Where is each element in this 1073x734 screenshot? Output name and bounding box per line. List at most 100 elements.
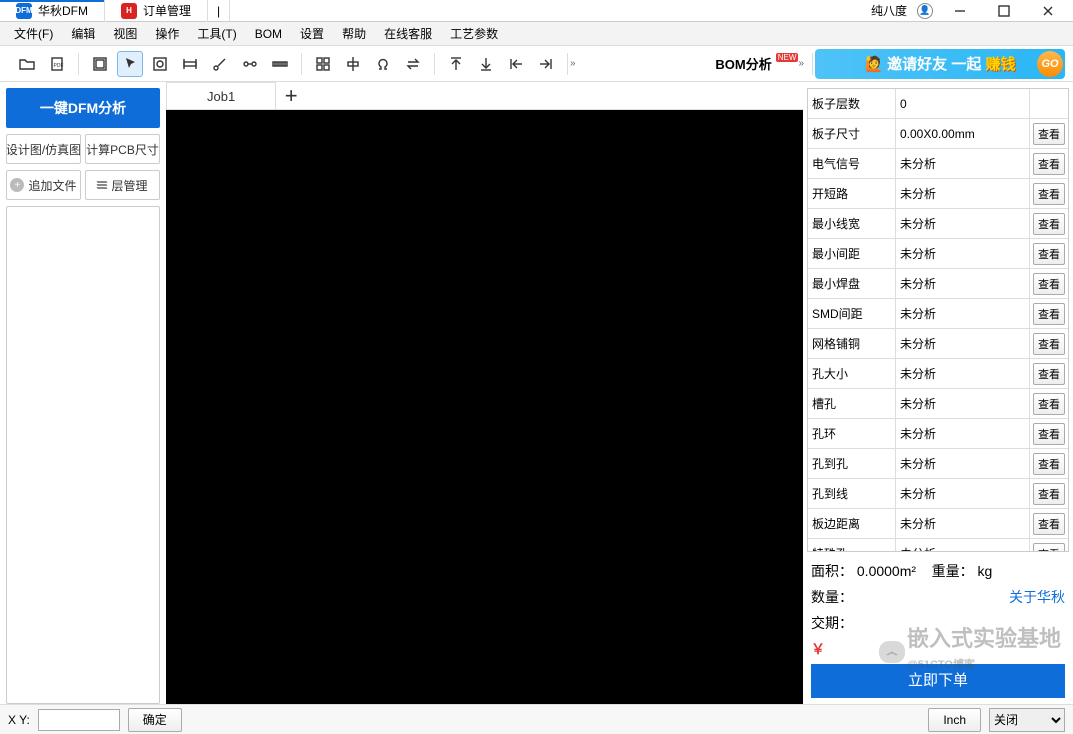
view-button[interactable]: 查看: [1033, 213, 1065, 235]
tool-bar: PDF » BOM分析 NEW » 🙋 邀请好友 一起 赚钱 GO: [0, 46, 1073, 82]
view-button[interactable]: 查看: [1033, 243, 1065, 265]
about-link[interactable]: 关于华秋: [1009, 584, 1065, 610]
menu-settings[interactable]: 设置: [292, 22, 332, 45]
layer-manage-button[interactable]: 层管理: [85, 170, 160, 200]
analysis-grid[interactable]: 板子层数0板子尺寸0.00X0.00mm查看电气信号未分析查看开短路未分析查看最…: [807, 88, 1069, 552]
measure-dim-icon[interactable]: [177, 51, 203, 77]
menu-bom[interactable]: BOM: [247, 24, 290, 44]
grid-value: 未分析: [896, 179, 1030, 208]
pcb-canvas[interactable]: [166, 110, 803, 704]
xy-input[interactable]: [38, 709, 120, 731]
minimize-button[interactable]: [943, 0, 977, 22]
swap-icon[interactable]: [400, 51, 426, 77]
calc-pcb-size-button[interactable]: 计算PCB尺寸: [85, 134, 160, 164]
menu-edit[interactable]: 编辑: [63, 22, 103, 45]
view-button[interactable]: 查看: [1033, 123, 1065, 145]
app-tab-dfm[interactable]: DFM 华秋DFM: [0, 0, 105, 22]
menu-bar: 文件(F) 编辑 视图 操作 工具(T) BOM 设置 帮助 在线客服 工艺参数: [0, 22, 1073, 46]
grid-key: 孔到孔: [808, 449, 896, 478]
menu-help[interactable]: 帮助: [334, 22, 374, 45]
order-now-button[interactable]: 立即下单: [811, 664, 1065, 698]
grid-value: 未分析: [896, 449, 1030, 478]
panel-grid-icon[interactable]: [310, 51, 336, 77]
maximize-button[interactable]: [987, 0, 1021, 22]
unit-toggle-button[interactable]: Inch: [928, 708, 981, 732]
app-tab-order-label: 订单管理: [143, 2, 191, 19]
grid-value: 0: [896, 89, 1030, 118]
design-sim-button[interactable]: 设计图/仿真图: [6, 134, 81, 164]
grid-value: 未分析: [896, 239, 1030, 268]
area-value: 0.0000m²: [857, 563, 916, 579]
grid-value: 未分析: [896, 149, 1030, 178]
ruler-icon[interactable]: [267, 51, 293, 77]
user-name[interactable]: 纯八度: [871, 2, 907, 19]
grid-row: 开短路未分析查看: [808, 179, 1068, 209]
ohm-icon[interactable]: [370, 51, 396, 77]
grid-row: 槽孔未分析查看: [808, 389, 1068, 419]
menu-file[interactable]: 文件(F): [6, 22, 61, 45]
view-button[interactable]: 查看: [1033, 393, 1065, 415]
view-button[interactable]: 查看: [1033, 543, 1065, 553]
align-mid-icon[interactable]: [340, 51, 366, 77]
view-button[interactable]: 查看: [1033, 333, 1065, 355]
open-folder-icon[interactable]: [14, 51, 40, 77]
close-button[interactable]: [1031, 0, 1065, 22]
grid-key: 板子层数: [808, 89, 896, 118]
view-button[interactable]: 查看: [1033, 273, 1065, 295]
select-tool-icon[interactable]: [117, 51, 143, 77]
grid-row: SMD间距未分析查看: [808, 299, 1068, 329]
grid-row: 特殊孔未分析查看: [808, 539, 1068, 552]
view-button[interactable]: 查看: [1033, 453, 1065, 475]
menu-support[interactable]: 在线客服: [376, 22, 440, 45]
left-empty-panel: [6, 206, 160, 704]
import-down-icon[interactable]: [473, 51, 499, 77]
view-button[interactable]: 查看: [1033, 513, 1065, 535]
view-button[interactable]: 查看: [1033, 303, 1065, 325]
view-button[interactable]: 查看: [1033, 183, 1065, 205]
document-tab-job1[interactable]: Job1: [166, 82, 276, 109]
next-icon[interactable]: [533, 51, 559, 77]
measure-point-icon[interactable]: [207, 51, 233, 77]
measure-net-icon[interactable]: [237, 51, 263, 77]
toolbar-overflow-icon[interactable]: »: [570, 58, 576, 69]
grid-key: 孔环: [808, 419, 896, 448]
open-pdf-icon[interactable]: PDF: [44, 51, 70, 77]
grid-value: 未分析: [896, 299, 1030, 328]
banner-text-pre: 邀请好友 一起: [887, 53, 981, 74]
menu-tools[interactable]: 工具(T): [189, 22, 244, 45]
banner-go-icon[interactable]: GO: [1037, 51, 1063, 77]
bom-analyze-button[interactable]: BOM分析: [711, 54, 775, 73]
confirm-button[interactable]: 确定: [128, 708, 182, 732]
user-avatar-icon[interactable]: 👤: [917, 3, 933, 19]
view-button[interactable]: 查看: [1033, 423, 1065, 445]
grid-row: 孔大小未分析查看: [808, 359, 1068, 389]
bom-overflow-icon[interactable]: »: [798, 58, 804, 69]
export-up-icon[interactable]: [443, 51, 469, 77]
view-button[interactable]: 查看: [1033, 483, 1065, 505]
menu-view[interactable]: 视图: [105, 22, 145, 45]
menu-operate[interactable]: 操作: [147, 22, 187, 45]
grid-value: 未分析: [896, 509, 1030, 538]
invite-banner[interactable]: 🙋 邀请好友 一起 赚钱 GO: [815, 49, 1065, 79]
grid-key: 孔到线: [808, 479, 896, 508]
add-document-tab[interactable]: +: [276, 82, 306, 109]
view-button[interactable]: 查看: [1033, 153, 1065, 175]
grid-row: 最小间距未分析查看: [808, 239, 1068, 269]
dfm-icon: DFM: [16, 3, 32, 19]
grid-value: 未分析: [896, 479, 1030, 508]
view-button[interactable]: 查看: [1033, 363, 1065, 385]
menu-process[interactable]: 工艺参数: [442, 22, 506, 45]
order-icon: H: [121, 3, 137, 19]
view-full-icon[interactable]: [87, 51, 113, 77]
title-bar: DFM 华秋DFM H 订单管理 | 纯八度 👤: [0, 0, 1073, 22]
close-select[interactable]: 关闭: [989, 708, 1065, 732]
add-file-label: 追加文件: [28, 177, 76, 194]
one-click-dfm-button[interactable]: 一键DFM分析: [6, 88, 160, 128]
add-file-button[interactable]: + 追加文件: [6, 170, 81, 200]
zoom-window-icon[interactable]: [147, 51, 173, 77]
prev-icon[interactable]: [503, 51, 529, 77]
grid-key: 板边距离: [808, 509, 896, 538]
qty-label: 数量：: [811, 584, 853, 610]
app-tab-order[interactable]: H 订单管理: [105, 0, 208, 22]
grid-value: 未分析: [896, 419, 1030, 448]
